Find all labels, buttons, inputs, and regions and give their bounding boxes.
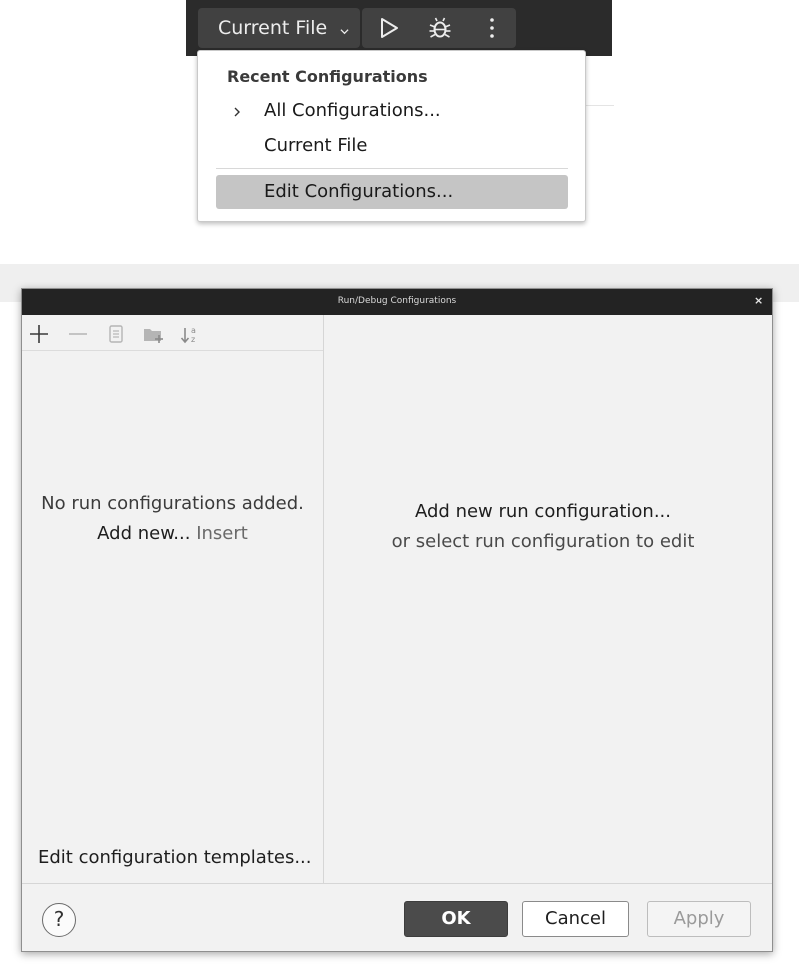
new-folder-icon[interactable] [142, 323, 164, 345]
apply-button[interactable]: Apply [647, 901, 751, 937]
menu-item-label: Current File [264, 135, 368, 156]
menu-item-current-file[interactable]: Current File [216, 129, 568, 163]
remove-icon[interactable] [67, 323, 89, 345]
chevron-right-icon [234, 107, 240, 117]
add-new-run-configuration-link[interactable]: Add new run configuration... [325, 501, 761, 522]
run-icon[interactable] [376, 15, 402, 41]
svg-text:a: a [191, 326, 196, 335]
menu-item-label: Edit Configurations... [264, 181, 454, 202]
svg-text:z: z [191, 335, 195, 344]
menu-item-all-configurations[interactable]: All Configurations... [216, 94, 568, 128]
dialog-titlebar[interactable]: Run/Debug Configurations × [22, 289, 772, 315]
add-new-link[interactable]: Add new... [97, 523, 190, 544]
add-new-row: Add new... Insert [22, 523, 323, 544]
menu-item-label: All Configurations... [264, 100, 441, 121]
select-configuration-hint: or select run configuration to edit [391, 531, 695, 552]
configurations-tree-pane: a z No run configurations added. Add new… [22, 315, 324, 883]
dialog-button-bar: ? OK Cancel Apply [22, 883, 772, 951]
configurations-toolbar: a z [22, 315, 323, 351]
cancel-button[interactable]: Cancel [522, 901, 629, 937]
dialog-title: Run/Debug Configurations [337, 296, 457, 306]
sort-alpha-icon[interactable]: a z [179, 323, 201, 345]
more-vertical-icon[interactable] [479, 15, 505, 41]
shortcut-hint: Insert [196, 523, 248, 544]
copy-icon[interactable] [105, 323, 127, 345]
ok-button[interactable]: OK [404, 901, 508, 937]
debug-icon[interactable] [427, 15, 453, 41]
add-icon[interactable] [28, 323, 50, 345]
run-config-dropdown: Recent Configurations All Configurations… [197, 50, 586, 222]
menu-separator [216, 168, 568, 169]
configuration-details-pane: Add new run configuration... or select r… [325, 315, 772, 883]
menu-item-edit-configurations[interactable]: Edit Configurations... [216, 175, 568, 209]
help-button[interactable]: ? [42, 903, 76, 937]
run-config-label: Current File [218, 17, 328, 39]
close-icon[interactable]: × [754, 294, 763, 308]
empty-state-message: No run configurations added. [41, 493, 304, 514]
main-toolbar: Current File [186, 0, 612, 56]
edit-templates-link[interactable]: Edit configuration templates... [38, 847, 312, 868]
run-debug-configurations-dialog: Run/Debug Configurations × a z No run co… [21, 288, 773, 952]
recent-configurations-header: Recent Configurations [227, 67, 428, 86]
run-config-selector[interactable]: Current File [198, 8, 360, 48]
chevron-down-icon [340, 29, 349, 35]
divider [586, 105, 614, 106]
run-actions-group [362, 8, 516, 48]
